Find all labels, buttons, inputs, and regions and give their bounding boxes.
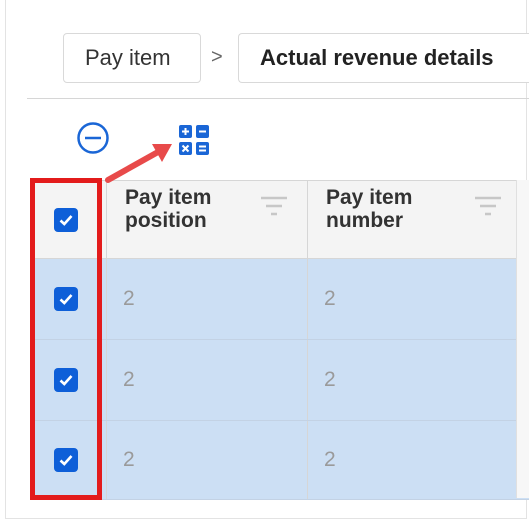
table-overflow-edge <box>516 180 529 498</box>
breadcrumb: Pay item > Actual revenue details <box>0 0 529 100</box>
cell-pay-item-number: 2 <box>307 259 529 339</box>
cell-pay-item-position: 2 <box>106 421 307 499</box>
filter-icon[interactable] <box>259 195 289 217</box>
column-header-pay-item-position[interactable]: Pay item position <box>106 181 307 258</box>
cell-value: 2 <box>123 368 135 391</box>
grid-calculator-icon[interactable] <box>178 124 210 156</box>
table-row[interactable]: 2 2 <box>34 259 529 340</box>
cell-value: 2 <box>324 368 336 391</box>
cell-pay-item-number: 2 <box>307 421 529 499</box>
table-header-row: Pay item position Pay item number <box>34 181 529 259</box>
column-header-pay-item-number[interactable]: Pay item number <box>307 181 529 258</box>
cell-value: 2 <box>123 448 135 471</box>
cell-pay-item-position: 2 <box>106 340 307 420</box>
annotation-highlight-box <box>30 178 102 500</box>
table-row[interactable]: 2 2 <box>34 421 529 500</box>
cell-pay-item-number: 2 <box>307 340 529 420</box>
annotation-arrow-icon <box>105 144 172 183</box>
breadcrumb-separator: > <box>211 46 223 68</box>
divider <box>27 98 529 99</box>
cell-value: 2 <box>123 287 135 310</box>
cell-pay-item-position: 2 <box>106 259 307 339</box>
cell-value: 2 <box>324 287 336 310</box>
cell-value: 2 <box>324 448 336 471</box>
breadcrumb-pay-item[interactable]: Pay item <box>63 33 201 83</box>
table-row[interactable]: 2 2 <box>34 340 529 421</box>
breadcrumb-actual-revenue-details[interactable]: Actual revenue details <box>238 33 529 83</box>
filter-icon[interactable] <box>473 195 503 217</box>
pay-items-table: Pay item position Pay item number 2 2 2 … <box>34 180 529 500</box>
column-header-label: Pay item position <box>125 186 212 232</box>
column-header-label: Pay item number <box>326 186 413 232</box>
